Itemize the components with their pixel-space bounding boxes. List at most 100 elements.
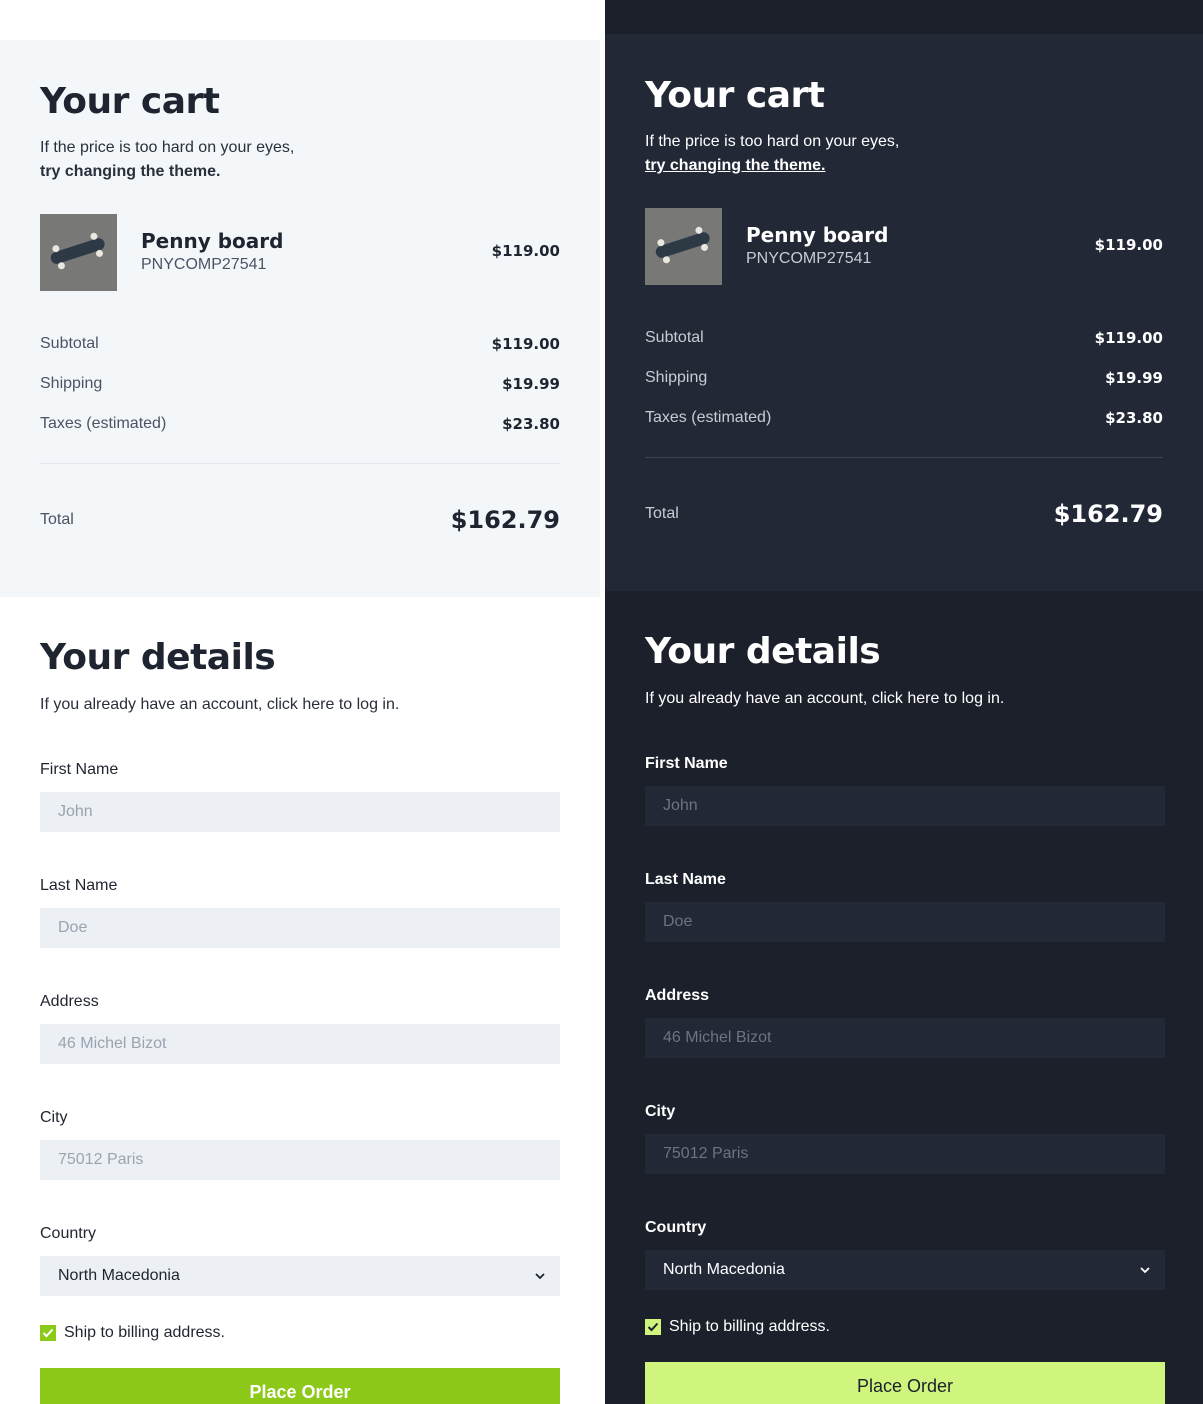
ship-billing-row[interactable]: Ship to billing address. bbox=[40, 1324, 560, 1342]
cart-item: Penny board PNYCOMP27541 $119.00 bbox=[645, 208, 1163, 285]
city-input[interactable] bbox=[40, 1140, 560, 1180]
details-section: Your details If you already have an acco… bbox=[0, 597, 600, 1404]
details-title: Your details bbox=[40, 637, 276, 678]
cart-subtitle: If the price is too hard on your eyes, t… bbox=[645, 130, 1163, 178]
address-label: Address bbox=[40, 993, 99, 1010]
last-name-group: Last Name bbox=[40, 876, 560, 948]
address-group: Address bbox=[40, 992, 560, 1064]
change-theme-link[interactable]: try changing the theme. bbox=[40, 160, 220, 184]
address-input[interactable] bbox=[40, 1024, 560, 1064]
details-title: Your details bbox=[645, 631, 881, 672]
first-name-label: First Name bbox=[40, 761, 119, 778]
country-select[interactable]: North Macedonia bbox=[645, 1250, 1165, 1290]
item-name: Penny board bbox=[746, 223, 889, 247]
chevron-down-icon bbox=[534, 1256, 546, 1296]
place-order-button[interactable]: Place Order bbox=[40, 1368, 560, 1404]
address-group: Address bbox=[645, 986, 1165, 1058]
taxes-value: $23.80 bbox=[1105, 409, 1163, 427]
taxes-row: Taxes (estimated) $23.80 bbox=[645, 405, 1163, 445]
country-label: Country bbox=[645, 1219, 707, 1236]
city-input[interactable] bbox=[645, 1134, 1165, 1174]
last-name-input[interactable] bbox=[40, 908, 560, 948]
login-prompt[interactable]: If you already have an account, click he… bbox=[645, 687, 1165, 711]
details-section: Your details If you already have an acco… bbox=[605, 591, 1203, 1404]
city-label: City bbox=[40, 1109, 68, 1126]
subtotal-label: Subtotal bbox=[40, 335, 99, 352]
first-name-input[interactable] bbox=[40, 792, 560, 832]
taxes-label: Taxes (estimated) bbox=[40, 415, 167, 432]
last-name-group: Last Name bbox=[645, 870, 1165, 942]
total-label: Total bbox=[645, 505, 679, 522]
cart-subtitle-text: If the price is too hard on your eyes, bbox=[40, 139, 295, 156]
total-row: Total $162.79 bbox=[40, 500, 560, 540]
taxes-value: $23.80 bbox=[502, 415, 560, 433]
country-label: Country bbox=[40, 1225, 97, 1242]
subtotal-value: $119.00 bbox=[491, 335, 560, 353]
subtotal-row: Subtotal $119.00 bbox=[645, 325, 1163, 365]
place-order-button[interactable]: Place Order bbox=[645, 1362, 1165, 1404]
change-theme-link[interactable]: try changing the theme. bbox=[645, 154, 825, 178]
divider bbox=[645, 457, 1163, 458]
country-selected-value: North Macedonia bbox=[663, 1261, 785, 1278]
first-name-label: First Name bbox=[645, 755, 728, 772]
item-sku: PNYCOMP27541 bbox=[141, 256, 267, 273]
subtotal-row: Subtotal $119.00 bbox=[40, 331, 560, 371]
country-selected-value: North Macedonia bbox=[58, 1267, 180, 1284]
ship-billing-label: Ship to billing address. bbox=[64, 1324, 225, 1341]
dark-theme-panel: Your cart If the price is too hard on yo… bbox=[605, 0, 1203, 1404]
shipping-value: $19.99 bbox=[502, 375, 560, 393]
ship-billing-label: Ship to billing address. bbox=[669, 1318, 830, 1335]
chevron-down-icon bbox=[1139, 1250, 1151, 1290]
item-price: $119.00 bbox=[491, 242, 560, 260]
shipping-label: Shipping bbox=[645, 369, 708, 386]
item-name: Penny board bbox=[141, 229, 284, 253]
cart-subtitle-text: If the price is too hard on your eyes, bbox=[645, 133, 900, 150]
ship-billing-checkbox[interactable] bbox=[645, 1319, 661, 1335]
shipping-row: Shipping $19.99 bbox=[645, 365, 1163, 405]
details-form: First Name Last Name Address City Countr… bbox=[40, 760, 560, 1296]
first-name-input[interactable] bbox=[645, 786, 1165, 826]
country-select[interactable]: North Macedonia bbox=[40, 1256, 560, 1296]
first-name-group: First Name bbox=[645, 754, 1165, 826]
divider bbox=[40, 463, 560, 464]
item-price: $119.00 bbox=[1094, 236, 1163, 254]
total-label: Total bbox=[40, 511, 74, 528]
country-group: Country North Macedonia bbox=[645, 1218, 1165, 1290]
cart-section: Your cart If the price is too hard on yo… bbox=[605, 34, 1203, 591]
login-prompt[interactable]: If you already have an account, click he… bbox=[40, 693, 560, 717]
city-group: City bbox=[40, 1108, 560, 1180]
skateboard-image bbox=[40, 214, 117, 291]
ship-billing-checkbox[interactable] bbox=[40, 1325, 56, 1341]
cart-section: Your cart If the price is too hard on yo… bbox=[0, 40, 600, 597]
subtotal-label: Subtotal bbox=[645, 329, 704, 346]
last-name-label: Last Name bbox=[40, 877, 118, 894]
taxes-label: Taxes (estimated) bbox=[645, 409, 772, 426]
country-group: Country North Macedonia bbox=[40, 1224, 560, 1296]
address-input[interactable] bbox=[645, 1018, 1165, 1058]
total-value: $162.79 bbox=[1053, 500, 1163, 528]
total-value: $162.79 bbox=[450, 506, 560, 534]
details-form: First Name Last Name Address City Countr… bbox=[645, 754, 1165, 1290]
shipping-row: Shipping $19.99 bbox=[40, 371, 560, 411]
last-name-label: Last Name bbox=[645, 871, 726, 888]
city-group: City bbox=[645, 1102, 1165, 1174]
address-label: Address bbox=[645, 987, 710, 1004]
last-name-input[interactable] bbox=[645, 902, 1165, 942]
shipping-label: Shipping bbox=[40, 375, 103, 392]
taxes-row: Taxes (estimated) $23.80 bbox=[40, 411, 560, 451]
cart-subtitle: If the price is too hard on your eyes, t… bbox=[40, 136, 560, 184]
cart-item: Penny board PNYCOMP27541 $119.00 bbox=[40, 214, 560, 291]
item-sku: PNYCOMP27541 bbox=[746, 250, 872, 267]
total-row: Total $162.79 bbox=[645, 494, 1163, 534]
light-theme-panel: Your cart If the price is too hard on yo… bbox=[0, 0, 605, 1404]
first-name-group: First Name bbox=[40, 760, 560, 832]
city-label: City bbox=[645, 1103, 676, 1120]
skateboard-image bbox=[645, 208, 722, 285]
cart-summary: Subtotal $119.00 Shipping $19.99 Taxes (… bbox=[40, 331, 560, 451]
shipping-value: $19.99 bbox=[1105, 369, 1163, 387]
ship-billing-row[interactable]: Ship to billing address. bbox=[645, 1318, 1165, 1336]
cart-title: Your cart bbox=[645, 75, 825, 116]
subtotal-value: $119.00 bbox=[1094, 329, 1163, 347]
cart-summary: Subtotal $119.00 Shipping $19.99 Taxes (… bbox=[645, 325, 1163, 445]
cart-title: Your cart bbox=[40, 81, 220, 122]
